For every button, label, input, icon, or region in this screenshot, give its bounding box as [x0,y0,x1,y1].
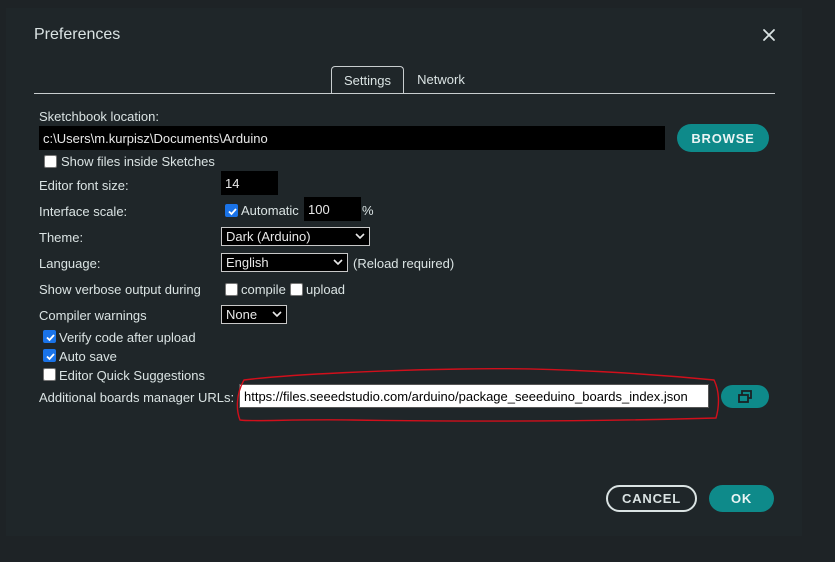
language-select[interactable]: English [221,253,348,272]
open-window-icon [738,389,752,403]
dialog-title: Preferences [34,26,121,43]
boards-urls-label: Additional boards manager URLs: [39,390,235,405]
language-label: Language: [39,256,101,271]
checkmark-icon [228,208,237,216]
verify-code-checkbox[interactable] [43,330,56,343]
reload-required-note: (Reload required) [353,256,455,271]
quick-suggestions-label: Editor Quick Suggestions [59,368,205,383]
chevron-down-icon [355,233,365,240]
open-urls-button[interactable] [721,385,769,408]
automatic-checkbox[interactable] [225,204,238,217]
sketchbook-label: Sketchbook location: [39,109,159,124]
verify-code-label: Verify code after upload [59,330,196,345]
tab-settings[interactable]: Settings [331,66,404,94]
upload-label: upload [306,282,346,297]
browse-button[interactable]: BROWSE [677,124,769,152]
ok-button[interactable]: OK [709,485,774,512]
close-icon[interactable] [760,26,778,44]
automatic-label: Automatic [241,203,299,218]
theme-label: Theme: [39,230,84,245]
chevron-down-icon [333,259,343,266]
editor-font-label: Editor font size: [39,178,129,193]
cancel-button[interactable]: CANCEL [606,485,697,512]
compiler-warnings-selected-value: None [226,307,258,322]
interface-scale-input[interactable]: 100 [304,197,361,221]
tab-network[interactable]: Network [410,66,472,93]
compiler-warnings-select[interactable]: None [221,305,287,324]
checkmark-icon [46,353,55,361]
chevron-down-icon [272,311,282,318]
show-files-checkbox[interactable] [44,155,57,168]
verbose-label: Show verbose output during [39,282,201,297]
theme-select[interactable]: Dark (Arduino) [221,227,370,246]
auto-save-checkbox[interactable] [43,349,56,362]
interface-scale-label: Interface scale: [39,204,128,219]
compiler-warnings-label: Compiler warnings [39,308,147,323]
sketchbook-location-input[interactable]: c:\Users\m.kurpisz\Documents\Arduino [39,126,665,150]
auto-save-label: Auto save [59,349,117,364]
language-selected-value: English [226,255,269,270]
percent-label: % [362,203,374,218]
compile-label: compile [241,282,286,297]
show-files-label: Show files inside Sketches [61,154,215,169]
checkmark-icon [46,334,55,342]
theme-selected-value: Dark (Arduino) [226,229,311,244]
boards-urls-input[interactable]: https://files.seeedstudio.com/arduino/pa… [239,384,709,408]
quick-suggestions-checkbox[interactable] [43,368,56,381]
tab-divider [34,93,775,94]
compile-checkbox[interactable] [225,283,238,296]
preferences-dialog: Preferences Settings Network Sketchbook … [6,8,802,536]
editor-font-size-input[interactable]: 14 [221,171,278,195]
upload-checkbox[interactable] [290,283,303,296]
